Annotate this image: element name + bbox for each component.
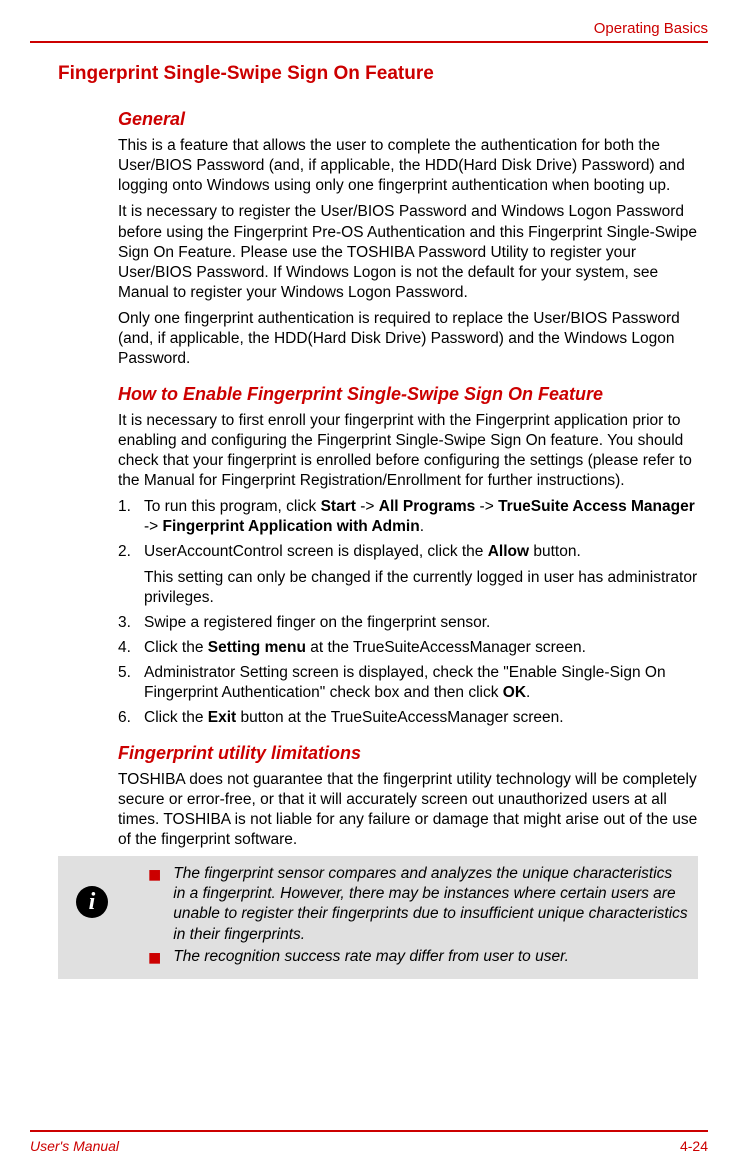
limitations-para: TOSHIBA does not guarantee that the fing…	[118, 770, 698, 851]
info-item-2: ■ The recognition success rate may diffe…	[148, 947, 688, 969]
general-para1: This is a feature that allows the user t…	[118, 136, 698, 196]
general-para3: Only one fingerprint authentication is r…	[118, 309, 698, 369]
info-text-2: The recognition success rate may differ …	[173, 947, 688, 967]
info-text-1: The fingerprint sensor compares and anal…	[173, 864, 688, 945]
content-body: General This is a feature that allows th…	[118, 109, 698, 850]
info-icon: i	[76, 886, 108, 918]
step-6: Click the Exit button at the TrueSuiteAc…	[118, 708, 698, 728]
step-1: To run this program, click Start -> All …	[118, 497, 698, 537]
footer-page-number: 4-24	[680, 1138, 708, 1154]
step-2: UserAccountControl screen is displayed, …	[118, 542, 698, 562]
step-5: Administrator Setting screen is displaye…	[118, 663, 698, 703]
general-para2: It is necessary to register the User/BIO…	[118, 202, 698, 303]
main-heading: Fingerprint Single-Swipe Sign On Feature	[58, 63, 708, 85]
general-heading: General	[118, 109, 698, 130]
limitations-heading: Fingerprint utility limitations	[118, 743, 698, 764]
footer-manual-label: User's Manual	[30, 1138, 119, 1154]
header-section-title: Operating Basics	[30, 20, 708, 43]
page-footer: User's Manual 4-24	[30, 1130, 708, 1154]
step-4: Click the Setting menu at the TrueSuiteA…	[118, 638, 698, 658]
step-2-sub: This setting can only be changed if the …	[118, 568, 698, 608]
steps-list: To run this program, click Start -> All …	[118, 497, 698, 562]
steps-list-cont: Swipe a registered finger on the fingerp…	[118, 613, 698, 729]
info-item-1: ■ The fingerprint sensor compares and an…	[148, 864, 688, 945]
bullet-icon: ■	[148, 947, 161, 969]
step-3: Swipe a registered finger on the fingerp…	[118, 613, 698, 633]
info-box: i ■ The fingerprint sensor compares and …	[58, 856, 698, 979]
howto-heading: How to Enable Fingerprint Single-Swipe S…	[118, 384, 698, 405]
bullet-icon: ■	[148, 864, 161, 886]
howto-intro: It is necessary to first enroll your fin…	[118, 411, 698, 492]
